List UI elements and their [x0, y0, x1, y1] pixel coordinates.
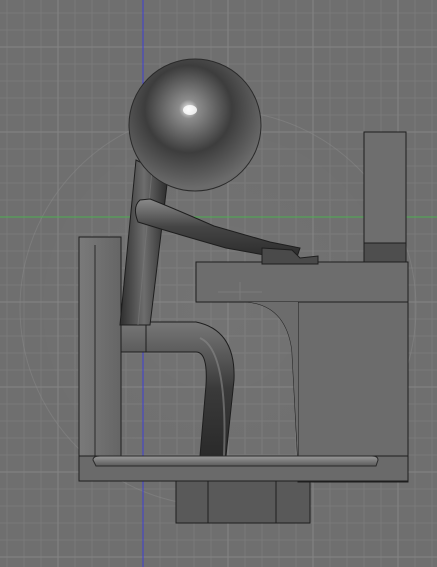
cad-viewport[interactable] — [0, 0, 437, 567]
figure-head[interactable] — [128, 58, 262, 192]
chair-base[interactable] — [175, 475, 311, 524]
chair-seat[interactable] — [78, 455, 409, 482]
viewport-scene[interactable] — [0, 0, 437, 567]
chair-back[interactable] — [78, 236, 122, 477]
